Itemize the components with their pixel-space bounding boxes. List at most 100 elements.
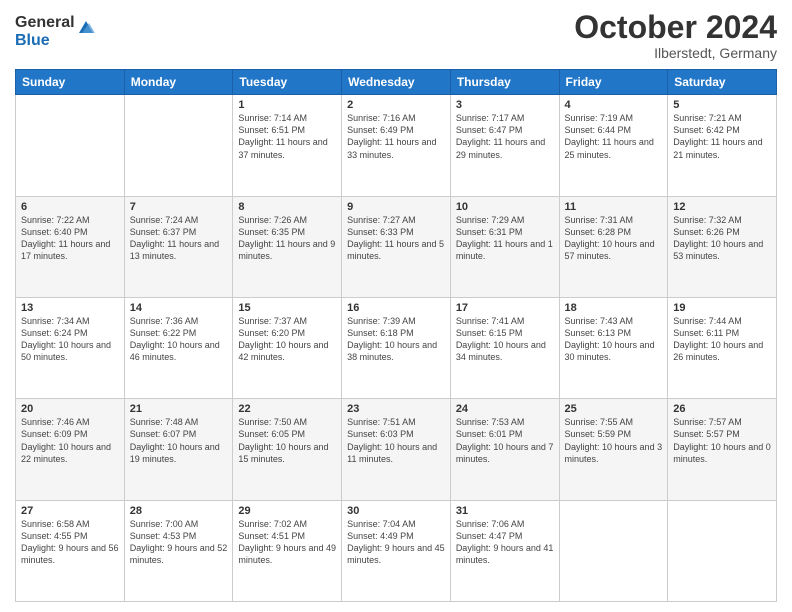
day-number: 29 bbox=[238, 505, 336, 517]
calendar-cell: 26Sunrise: 7:57 AMSunset: 5:57 PMDayligh… bbox=[668, 399, 777, 500]
day-info: Sunrise: 7:29 AMSunset: 6:31 PMDaylight:… bbox=[456, 214, 554, 263]
calendar-cell: 29Sunrise: 7:02 AMSunset: 4:51 PMDayligh… bbox=[233, 500, 342, 601]
day-info: Sunrise: 7:48 AMSunset: 6:07 PMDaylight:… bbox=[130, 416, 228, 465]
header: General Blue October 2024 Ilberstedt, Ge… bbox=[15, 10, 777, 61]
calendar-cell: 15Sunrise: 7:37 AMSunset: 6:20 PMDayligh… bbox=[233, 297, 342, 398]
day-info: Sunrise: 7:32 AMSunset: 6:26 PMDaylight:… bbox=[673, 214, 771, 263]
day-number: 7 bbox=[130, 201, 228, 213]
day-info: Sunrise: 7:41 AMSunset: 6:15 PMDaylight:… bbox=[456, 315, 554, 364]
calendar-cell: 27Sunrise: 6:58 AMSunset: 4:55 PMDayligh… bbox=[16, 500, 125, 601]
calendar-cell bbox=[668, 500, 777, 601]
day-info: Sunrise: 7:27 AMSunset: 6:33 PMDaylight:… bbox=[347, 214, 445, 263]
header-cell-sunday: Sunday bbox=[16, 70, 125, 95]
month-title: October 2024 bbox=[574, 10, 777, 45]
calendar-cell: 3Sunrise: 7:17 AMSunset: 6:47 PMDaylight… bbox=[450, 95, 559, 196]
day-number: 5 bbox=[673, 99, 771, 111]
calendar-cell: 2Sunrise: 7:16 AMSunset: 6:49 PMDaylight… bbox=[342, 95, 451, 196]
calendar-week-4: 27Sunrise: 6:58 AMSunset: 4:55 PMDayligh… bbox=[16, 500, 777, 601]
day-number: 13 bbox=[21, 302, 119, 314]
day-number: 9 bbox=[347, 201, 445, 213]
day-number: 15 bbox=[238, 302, 336, 314]
calendar-cell: 8Sunrise: 7:26 AMSunset: 6:35 PMDaylight… bbox=[233, 196, 342, 297]
calendar-cell: 4Sunrise: 7:19 AMSunset: 6:44 PMDaylight… bbox=[559, 95, 668, 196]
calendar-cell: 17Sunrise: 7:41 AMSunset: 6:15 PMDayligh… bbox=[450, 297, 559, 398]
day-info: Sunrise: 7:34 AMSunset: 6:24 PMDaylight:… bbox=[21, 315, 119, 364]
calendar-cell: 20Sunrise: 7:46 AMSunset: 6:09 PMDayligh… bbox=[16, 399, 125, 500]
day-number: 11 bbox=[565, 201, 663, 213]
day-number: 14 bbox=[130, 302, 228, 314]
day-info: Sunrise: 7:51 AMSunset: 6:03 PMDaylight:… bbox=[347, 416, 445, 465]
day-number: 16 bbox=[347, 302, 445, 314]
calendar-cell bbox=[124, 95, 233, 196]
calendar-cell: 25Sunrise: 7:55 AMSunset: 5:59 PMDayligh… bbox=[559, 399, 668, 500]
calendar-week-0: 1Sunrise: 7:14 AMSunset: 6:51 PMDaylight… bbox=[16, 95, 777, 196]
calendar-cell: 6Sunrise: 7:22 AMSunset: 6:40 PMDaylight… bbox=[16, 196, 125, 297]
day-number: 20 bbox=[21, 403, 119, 415]
day-info: Sunrise: 7:36 AMSunset: 6:22 PMDaylight:… bbox=[130, 315, 228, 364]
day-info: Sunrise: 7:22 AMSunset: 6:40 PMDaylight:… bbox=[21, 214, 119, 263]
calendar-table: SundayMondayTuesdayWednesdayThursdayFrid… bbox=[15, 69, 777, 602]
header-cell-thursday: Thursday bbox=[450, 70, 559, 95]
header-cell-friday: Friday bbox=[559, 70, 668, 95]
calendar-cell bbox=[16, 95, 125, 196]
day-number: 25 bbox=[565, 403, 663, 415]
header-cell-saturday: Saturday bbox=[668, 70, 777, 95]
calendar-cell: 22Sunrise: 7:50 AMSunset: 6:05 PMDayligh… bbox=[233, 399, 342, 500]
calendar-cell: 1Sunrise: 7:14 AMSunset: 6:51 PMDaylight… bbox=[233, 95, 342, 196]
day-info: Sunrise: 7:39 AMSunset: 6:18 PMDaylight:… bbox=[347, 315, 445, 364]
logo: General Blue bbox=[15, 14, 95, 49]
calendar-cell: 11Sunrise: 7:31 AMSunset: 6:28 PMDayligh… bbox=[559, 196, 668, 297]
day-info: Sunrise: 7:26 AMSunset: 6:35 PMDaylight:… bbox=[238, 214, 336, 263]
calendar-cell: 21Sunrise: 7:48 AMSunset: 6:07 PMDayligh… bbox=[124, 399, 233, 500]
calendar-cell: 14Sunrise: 7:36 AMSunset: 6:22 PMDayligh… bbox=[124, 297, 233, 398]
calendar-cell: 10Sunrise: 7:29 AMSunset: 6:31 PMDayligh… bbox=[450, 196, 559, 297]
day-info: Sunrise: 7:02 AMSunset: 4:51 PMDaylight:… bbox=[238, 518, 336, 567]
header-cell-monday: Monday bbox=[124, 70, 233, 95]
logo-general: General bbox=[15, 14, 75, 32]
calendar-cell: 16Sunrise: 7:39 AMSunset: 6:18 PMDayligh… bbox=[342, 297, 451, 398]
day-number: 1 bbox=[238, 99, 336, 111]
day-number: 22 bbox=[238, 403, 336, 415]
day-info: Sunrise: 7:57 AMSunset: 5:57 PMDaylight:… bbox=[673, 416, 771, 465]
day-number: 4 bbox=[565, 99, 663, 111]
day-number: 3 bbox=[456, 99, 554, 111]
calendar-body: 1Sunrise: 7:14 AMSunset: 6:51 PMDaylight… bbox=[16, 95, 777, 602]
day-info: Sunrise: 7:37 AMSunset: 6:20 PMDaylight:… bbox=[238, 315, 336, 364]
page: General Blue October 2024 Ilberstedt, Ge… bbox=[0, 0, 792, 612]
day-number: 10 bbox=[456, 201, 554, 213]
calendar-week-3: 20Sunrise: 7:46 AMSunset: 6:09 PMDayligh… bbox=[16, 399, 777, 500]
day-info: Sunrise: 6:58 AMSunset: 4:55 PMDaylight:… bbox=[21, 518, 119, 567]
calendar-week-1: 6Sunrise: 7:22 AMSunset: 6:40 PMDaylight… bbox=[16, 196, 777, 297]
day-info: Sunrise: 7:43 AMSunset: 6:13 PMDaylight:… bbox=[565, 315, 663, 364]
day-number: 17 bbox=[456, 302, 554, 314]
header-cell-wednesday: Wednesday bbox=[342, 70, 451, 95]
calendar-week-2: 13Sunrise: 7:34 AMSunset: 6:24 PMDayligh… bbox=[16, 297, 777, 398]
day-info: Sunrise: 7:14 AMSunset: 6:51 PMDaylight:… bbox=[238, 112, 336, 161]
header-row: SundayMondayTuesdayWednesdayThursdayFrid… bbox=[16, 70, 777, 95]
day-number: 6 bbox=[21, 201, 119, 213]
calendar-cell: 28Sunrise: 7:00 AMSunset: 4:53 PMDayligh… bbox=[124, 500, 233, 601]
day-info: Sunrise: 7:53 AMSunset: 6:01 PMDaylight:… bbox=[456, 416, 554, 465]
day-info: Sunrise: 7:31 AMSunset: 6:28 PMDaylight:… bbox=[565, 214, 663, 263]
day-info: Sunrise: 7:19 AMSunset: 6:44 PMDaylight:… bbox=[565, 112, 663, 161]
day-info: Sunrise: 7:04 AMSunset: 4:49 PMDaylight:… bbox=[347, 518, 445, 567]
calendar-cell: 24Sunrise: 7:53 AMSunset: 6:01 PMDayligh… bbox=[450, 399, 559, 500]
day-number: 18 bbox=[565, 302, 663, 314]
day-number: 21 bbox=[130, 403, 228, 415]
day-info: Sunrise: 7:00 AMSunset: 4:53 PMDaylight:… bbox=[130, 518, 228, 567]
day-info: Sunrise: 7:24 AMSunset: 6:37 PMDaylight:… bbox=[130, 214, 228, 263]
day-info: Sunrise: 7:21 AMSunset: 6:42 PMDaylight:… bbox=[673, 112, 771, 161]
day-info: Sunrise: 7:55 AMSunset: 5:59 PMDaylight:… bbox=[565, 416, 663, 465]
logo-blue: Blue bbox=[15, 32, 75, 50]
day-info: Sunrise: 7:44 AMSunset: 6:11 PMDaylight:… bbox=[673, 315, 771, 364]
day-info: Sunrise: 7:17 AMSunset: 6:47 PMDaylight:… bbox=[456, 112, 554, 161]
day-number: 12 bbox=[673, 201, 771, 213]
day-number: 19 bbox=[673, 302, 771, 314]
calendar-cell: 18Sunrise: 7:43 AMSunset: 6:13 PMDayligh… bbox=[559, 297, 668, 398]
calendar-cell: 23Sunrise: 7:51 AMSunset: 6:03 PMDayligh… bbox=[342, 399, 451, 500]
calendar-cell: 19Sunrise: 7:44 AMSunset: 6:11 PMDayligh… bbox=[668, 297, 777, 398]
day-number: 26 bbox=[673, 403, 771, 415]
calendar-cell: 30Sunrise: 7:04 AMSunset: 4:49 PMDayligh… bbox=[342, 500, 451, 601]
logo-icon bbox=[77, 19, 95, 37]
calendar-cell bbox=[559, 500, 668, 601]
